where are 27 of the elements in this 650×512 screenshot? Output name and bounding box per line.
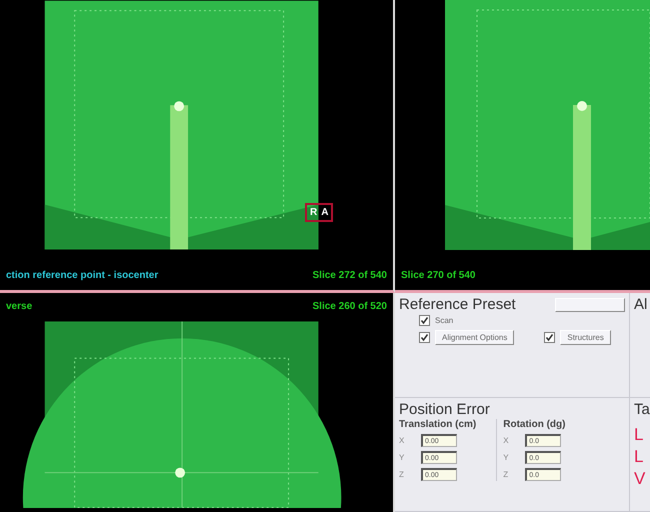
checkbox[interactable] <box>544 332 556 343</box>
slice-label: Slice 272 of 540 <box>312 270 387 280</box>
viewport-caption: verse <box>6 300 32 312</box>
checkbox[interactable] <box>419 315 430 326</box>
orientation-label: R <box>310 207 318 218</box>
axis-label: Z <box>503 470 510 479</box>
group-title: Position Error <box>399 401 490 418</box>
viewport-caption: ction reference point - isocenter <box>6 270 158 280</box>
slice-label: Slice 260 of 520 <box>312 300 387 312</box>
status-letter: L <box>634 424 644 446</box>
column-label: Rotation (dg) <box>503 419 566 430</box>
status-letter: V <box>634 468 646 490</box>
axis-label: Z <box>399 470 405 479</box>
panel-heading: Al <box>634 296 646 313</box>
axis-label: Y <box>503 453 510 462</box>
group-title: Reference Preset <box>399 296 516 313</box>
options-button[interactable]: Alignment Options <box>435 330 514 345</box>
axis-label: X <box>399 436 406 445</box>
axis-label: X <box>503 436 510 445</box>
options-button[interactable]: Structures <box>560 330 611 345</box>
column-label: Translation (cm) <box>399 419 476 430</box>
axis-label: Y <box>399 453 406 462</box>
checkbox[interactable] <box>419 332 430 343</box>
status-letter: L <box>634 446 644 468</box>
orientation-label: A <box>321 207 328 218</box>
slice-label: Slice 270 of 540 <box>401 270 476 280</box>
checkbox-label: Scan <box>435 316 454 325</box>
